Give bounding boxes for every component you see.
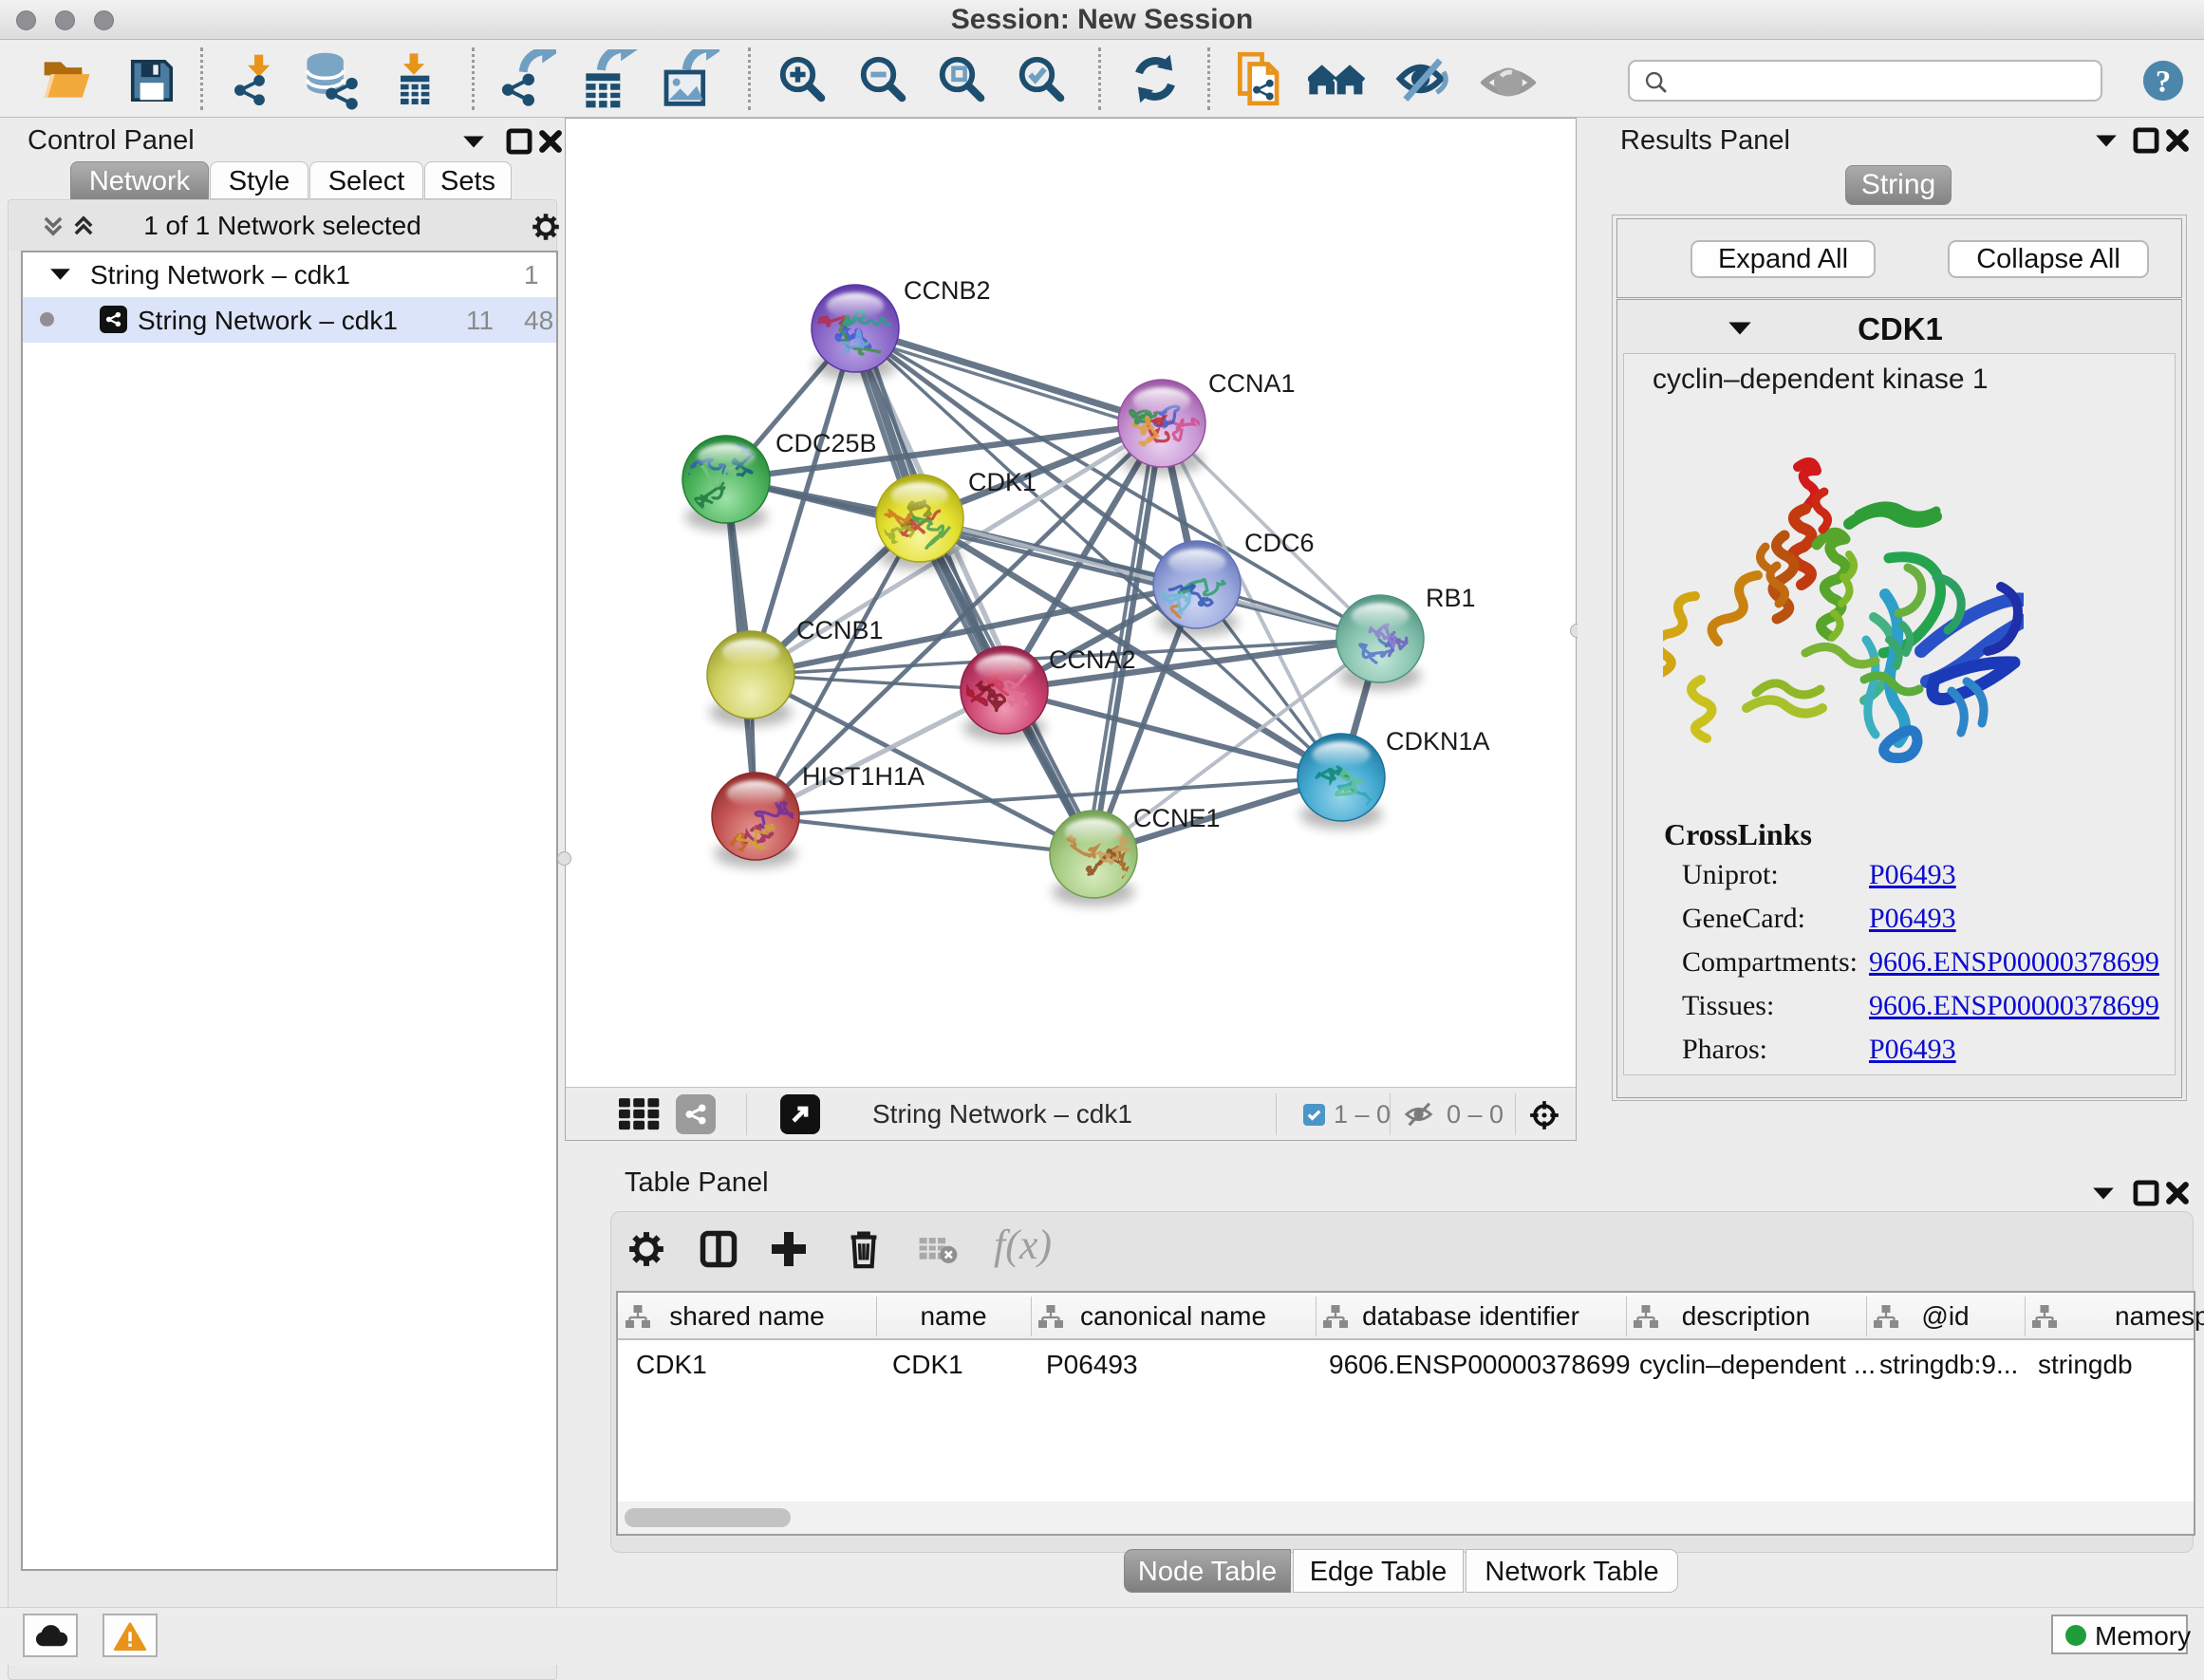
svg-text:CDKN1A: CDKN1A xyxy=(1386,727,1490,756)
svg-text:CCNB2: CCNB2 xyxy=(904,276,991,305)
svg-text:CCNB1: CCNB1 xyxy=(796,616,884,644)
svg-text:HIST1H1A: HIST1H1A xyxy=(802,762,925,791)
svg-text:CCNA1: CCNA1 xyxy=(1208,369,1296,398)
svg-text:CCNA2: CCNA2 xyxy=(1049,645,1136,674)
svg-text:CDC6: CDC6 xyxy=(1244,529,1315,557)
svg-text:RB1: RB1 xyxy=(1426,584,1476,612)
svg-text:CDK1: CDK1 xyxy=(968,468,1037,496)
svg-text:CDC25B: CDC25B xyxy=(775,429,877,457)
svg-text:?: ? xyxy=(2156,65,2171,100)
svg-text:CCNE1: CCNE1 xyxy=(1133,804,1221,832)
